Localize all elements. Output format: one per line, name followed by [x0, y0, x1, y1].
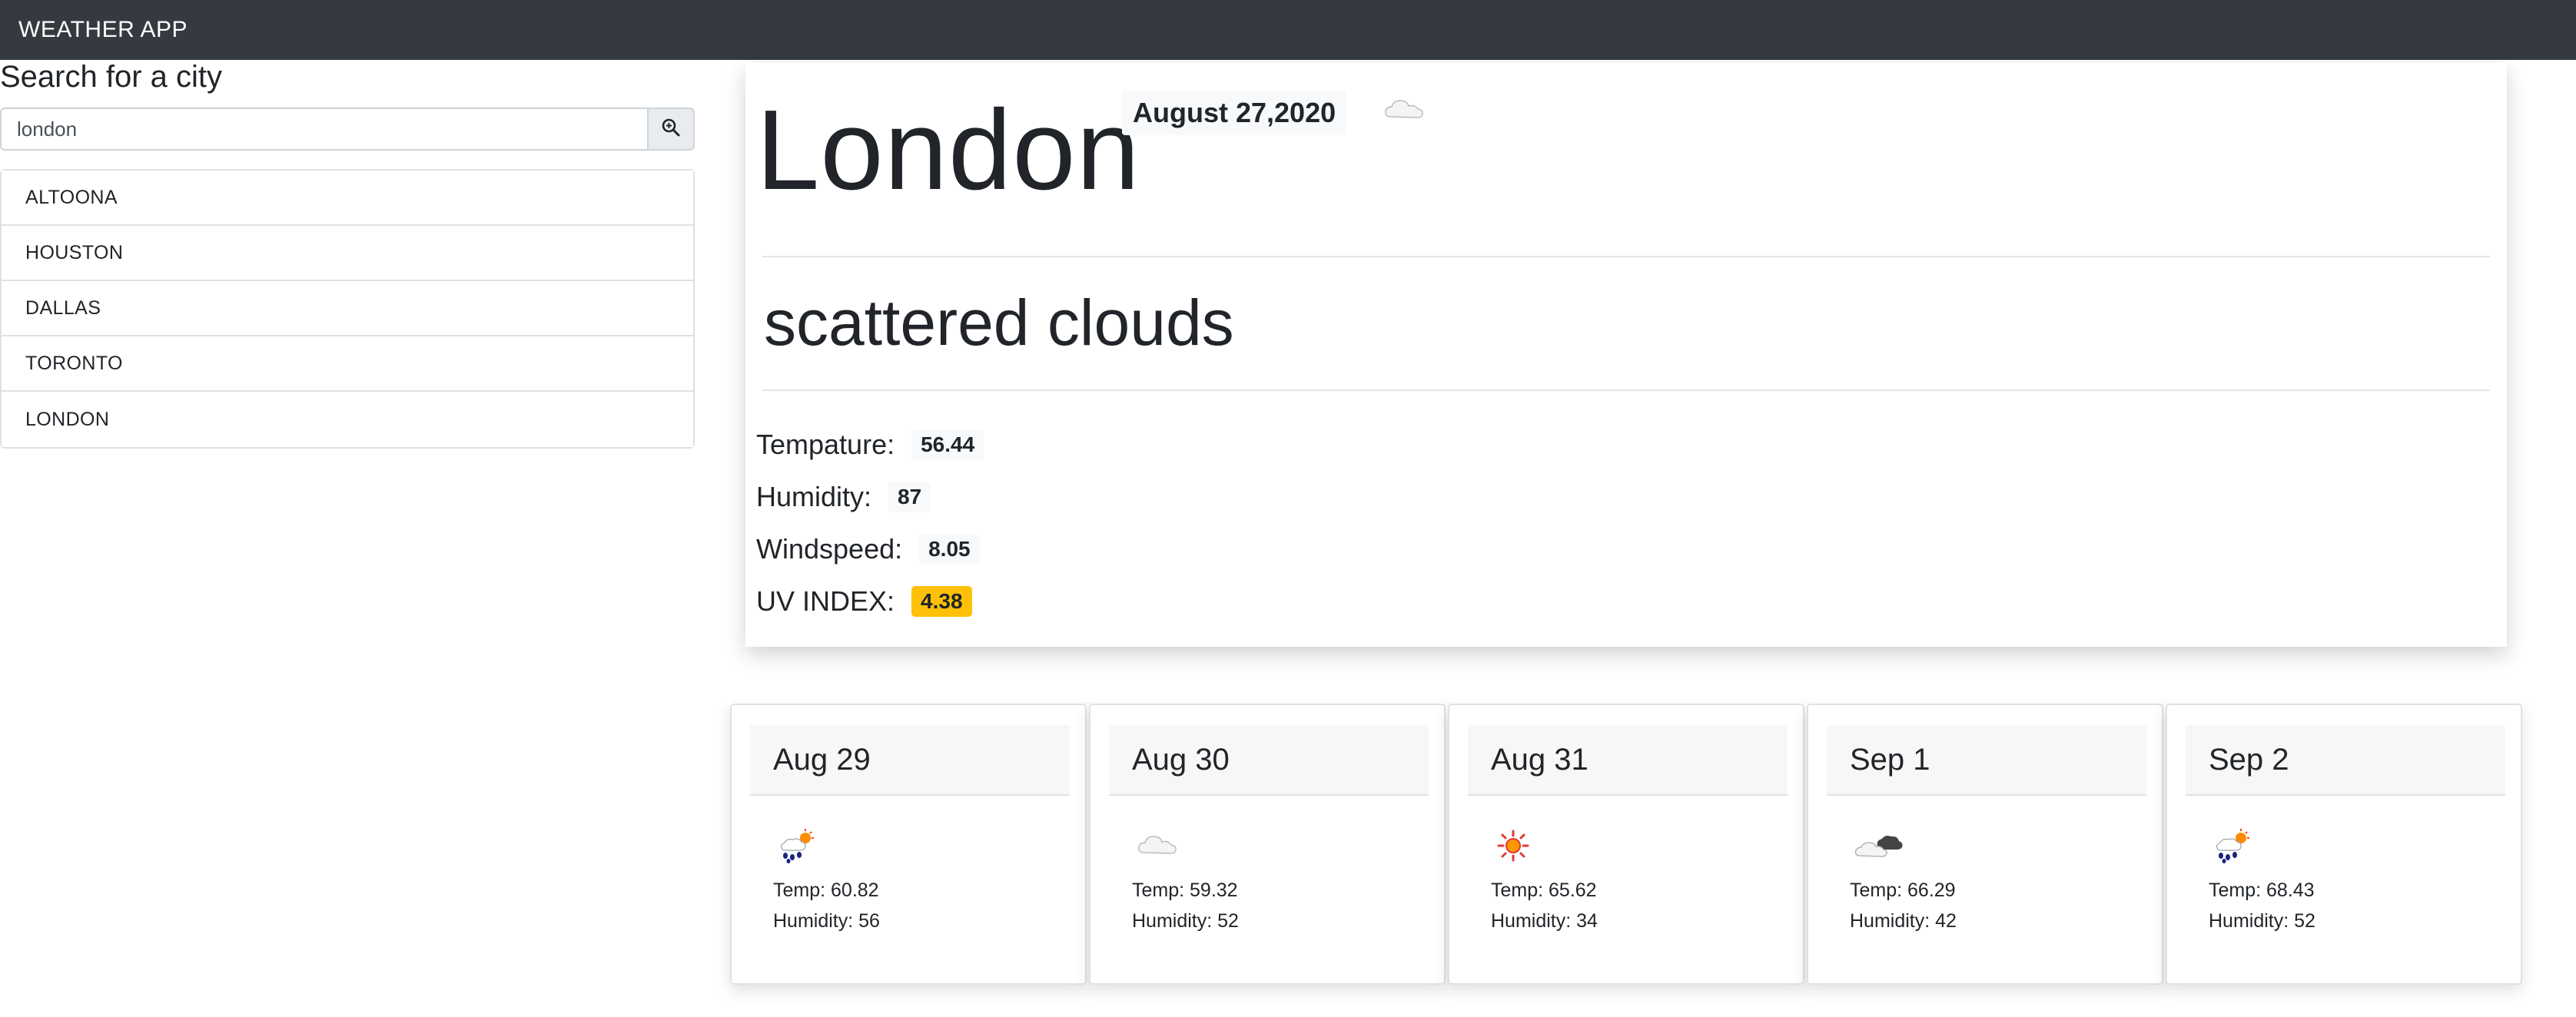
sun-icon [1495, 828, 1531, 867]
weather-description: scattered clouds [764, 287, 1234, 359]
forecast-date: Sep 1 [1827, 725, 2146, 796]
city-item-london[interactable]: LONDON [2, 392, 693, 447]
cloud-icon [1137, 828, 1178, 863]
uv-index-badge: 4.38 [911, 586, 972, 617]
uv-index-row: UV INDEX: 4.38 [756, 585, 972, 618]
temperature-value: 56.44 [911, 429, 984, 460]
sun-rain-icon [778, 828, 818, 867]
cloudy-icon [1854, 828, 1905, 864]
forecast-card: Sep 2 Temp: 68.43 Humidity: 52 [2166, 704, 2522, 985]
forecast-card: Sep 1 Temp: 66.29 Humidity: 42 [1807, 704, 2163, 985]
city-item-altoona[interactable]: ALTOONA [2, 171, 693, 226]
humidity-row: Humidity: 87 [756, 481, 931, 513]
forecast-humidity: Humidity: 34 [1491, 910, 1598, 932]
forecast-temp: Temp: 60.82 [773, 880, 879, 901]
forecast-humidity: Humidity: 52 [1132, 910, 1239, 932]
forecast-card: Aug 30 Temp: 59.32 Humidity: 52 [1089, 704, 1446, 985]
forecast-date: Aug 29 [750, 725, 1070, 796]
city-item-dallas[interactable]: DALLAS [2, 281, 693, 336]
city-item-houston[interactable]: HOUSTON [2, 226, 693, 281]
forecast-card: Aug 31 Temp: 65.62 Humidity: 34 [1448, 704, 1804, 985]
city-list: ALTOONA HOUSTON DALLAS TORONTO LONDON [0, 169, 695, 449]
forecast-humidity: Humidity: 56 [773, 910, 880, 932]
city-item-toronto[interactable]: TORONTO [2, 336, 693, 392]
navbar: WEATHER APP [0, 0, 2576, 60]
forecast-card: Aug 29 Temp: 60.82 Humidity: 56 [730, 704, 1087, 985]
forecast-date: Sep 2 [2186, 725, 2505, 796]
humidity-label: Humidity: [756, 481, 872, 512]
forecast-temp: Temp: 68.43 [2209, 880, 2315, 901]
uv-index-label: UV INDEX: [756, 585, 895, 617]
temperature-label: Tempature: [756, 429, 895, 460]
windspeed-value: 8.05 [919, 534, 980, 565]
humidity-value: 87 [888, 482, 931, 512]
search-input[interactable] [0, 108, 647, 151]
forecast-date: Aug 31 [1468, 725, 1788, 796]
forecast-temp: Temp: 66.29 [1850, 880, 1956, 901]
forecast-humidity: Humidity: 42 [1850, 910, 1957, 932]
search-group [0, 108, 695, 151]
sun-rain-icon [2213, 828, 2253, 867]
windspeed-label: Windspeed: [756, 533, 903, 565]
city-name: London [756, 87, 1140, 214]
forecast-temp: Temp: 59.32 [1132, 880, 1238, 901]
forecast-temp: Temp: 65.62 [1491, 880, 1597, 901]
cloud-icon [1383, 95, 1425, 125]
search-title: Search for a city [0, 60, 223, 94]
temperature-row: Tempature: 56.44 [756, 429, 984, 461]
windspeed-row: Windspeed: 8.05 [756, 533, 980, 565]
forecast-date: Aug 30 [1109, 725, 1429, 796]
app-title: WEATHER APP [18, 17, 188, 42]
divider [762, 256, 2490, 257]
forecast-humidity: Humidity: 52 [2209, 910, 2315, 932]
search-icon [661, 118, 681, 141]
divider [762, 389, 2490, 391]
search-button[interactable] [647, 108, 695, 151]
current-date: August 27,2020 [1122, 91, 1347, 135]
current-weather-card: London August 27,2020 scattered clouds T… [745, 63, 2507, 647]
